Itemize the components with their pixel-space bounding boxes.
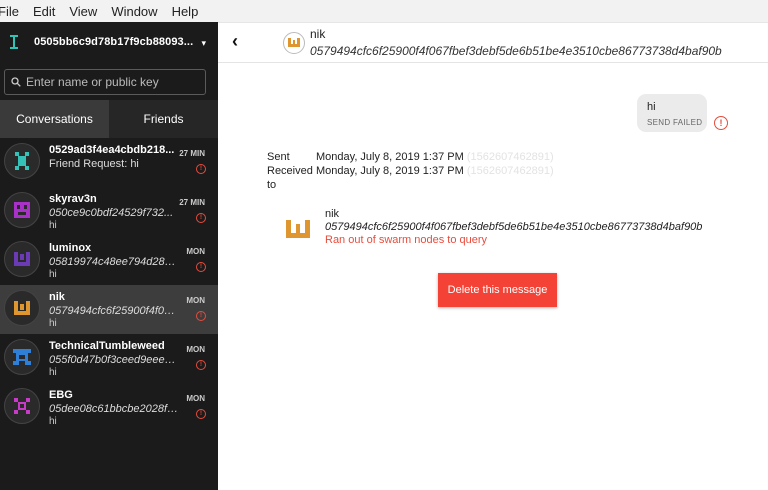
conversation-subtitle: 05dee08c61bbcbe2028f9b... [49, 403, 180, 415]
menu-help[interactable]: Help [172, 4, 199, 19]
avatar [4, 192, 40, 228]
conversation-time: MON [186, 394, 205, 403]
send-failed-icon: ! [714, 116, 728, 130]
avatar [4, 290, 40, 326]
session-logo-icon [10, 35, 18, 49]
avatar [4, 388, 40, 424]
account-public-key: 0505bb6c9d78b17f9cb88093... [34, 36, 194, 48]
conversation-name: TechnicalTumbleweed [49, 340, 165, 352]
conversation-subtitle: 055f0d47b0f3ceed9eee4b... [49, 354, 180, 366]
conversation-time: MON [186, 296, 205, 305]
error-icon: ! [196, 311, 206, 321]
account-switcher[interactable]: 0505bb6c9d78b17f9cb88093... ▾ [0, 22, 218, 62]
conversation-item[interactable]: TechnicalTumbleweed 055f0d47b0f3ceed9eee… [0, 334, 218, 383]
avatar [283, 32, 305, 54]
tab-friends[interactable]: Friends [109, 100, 218, 138]
menu-edit[interactable]: Edit [33, 4, 55, 19]
conversation-name: 0529ad3f4ea4cbdb218... [49, 144, 175, 156]
avatar [4, 143, 40, 179]
conversation-item[interactable]: luminox 05819974c48ee794d2803... hi MON … [0, 236, 218, 285]
contact-name: nik [310, 27, 326, 41]
received-date: Monday, July 8, 2019 1:37 PM [316, 165, 464, 177]
avatar [4, 339, 40, 375]
conversation-subtitle: 050ce9c0bdf24529f732... [49, 207, 174, 219]
identicon-icon [15, 152, 29, 170]
conversation-time: MON [186, 345, 205, 354]
received-label: Received to [267, 165, 313, 191]
sent-value: Monday, July 8, 2019 1:37 PM (1562607462… [316, 150, 554, 164]
sidebar: 0505bb6c9d78b17f9cb88093... ▾ Conversati… [0, 22, 218, 490]
conversation-list: 0529ad3f4ea4cbdb218... Friend Request: h… [0, 138, 218, 432]
conversation-time: MON [186, 247, 205, 256]
conversation-time: 27 MIN [179, 149, 205, 158]
search-box [4, 69, 206, 95]
identicon-icon [286, 220, 310, 238]
conversation-subtitle: Friend Request: hi [49, 158, 139, 170]
conversation-item[interactable]: EBG 05dee08c61bbcbe2028f9b... hi MON ! [0, 383, 218, 432]
menu-window[interactable]: Window [111, 4, 157, 19]
message-bubble[interactable]: hi SEND FAILED [637, 94, 707, 132]
identicon-icon [288, 38, 300, 47]
conversation-name: EBG [49, 389, 73, 401]
menu-view[interactable]: View [69, 4, 97, 19]
identicon-icon [14, 398, 30, 414]
tab-conversations[interactable]: Conversations [0, 100, 109, 138]
conversation-preview: hi [49, 416, 57, 427]
identicon-icon [14, 252, 30, 266]
avatar [4, 241, 40, 277]
search-input[interactable] [26, 75, 196, 89]
error-message: Ran out of swarm nodes to query [325, 234, 488, 246]
conversation-name: nik [49, 291, 65, 303]
conversation-item[interactable]: 0529ad3f4ea4cbdb218... Friend Request: h… [0, 138, 218, 187]
error-icon: ! [196, 262, 206, 272]
received-timestamp: (1562607462891) [466, 165, 554, 177]
conversation-item-selected[interactable]: nik 0579494cfc6f25900f4f067... hi MON ! [0, 285, 218, 334]
sent-timestamp: (1562607462891) [466, 151, 554, 163]
received-value: Monday, July 8, 2019 1:37 PM (1562607462… [316, 164, 554, 178]
contact-public-key: 0579494cfc6f25900f4f067fbef3debf5de6b51b… [310, 44, 722, 58]
message-status: SEND FAILED [647, 118, 703, 127]
menu-file[interactable]: File [0, 4, 19, 19]
error-icon: ! [196, 409, 206, 419]
sent-date: Monday, July 8, 2019 1:37 PM [316, 151, 464, 163]
back-arrow-icon[interactable]: ‹ [232, 31, 238, 52]
error-contact-key: 0579494cfc6f25900f4f067fbef3debf5de6b51b… [325, 221, 703, 233]
identicon-icon [14, 202, 30, 218]
conversation-subtitle: 0579494cfc6f25900f4f067... [49, 305, 180, 317]
conversation-preview: hi [49, 318, 57, 329]
conversation-name: skyrav3n [49, 193, 97, 205]
menu-bar: File Edit View Window Help [0, 0, 768, 23]
error-icon: ! [196, 360, 206, 370]
error-icon: ! [196, 213, 206, 223]
sidebar-tabs: Conversations Friends [0, 100, 218, 138]
chevron-down-icon[interactable]: ▾ [201, 38, 206, 49]
conversation-header: ‹ nik 0579494cfc6f25900f4f067fbef3debf5d… [218, 22, 768, 63]
delete-message-button[interactable]: Delete this message [438, 273, 557, 307]
identicon-icon [14, 301, 30, 315]
conversation-preview: hi [49, 367, 57, 378]
conversation-preview: hi [49, 220, 57, 231]
conversation-preview: hi [49, 269, 57, 280]
search-icon [11, 77, 21, 87]
message-text: hi [647, 101, 656, 113]
conversation-item[interactable]: skyrav3n 050ce9c0bdf24529f732... hi 27 M… [0, 187, 218, 236]
conversation-name: luminox [49, 242, 92, 254]
sent-label: Sent [267, 151, 290, 163]
error-icon: ! [196, 164, 206, 174]
conversation-time: 27 MIN [179, 198, 205, 207]
error-contact-name: nik [325, 208, 340, 220]
conversation-subtitle: 05819974c48ee794d2803... [49, 256, 180, 268]
identicon-icon [13, 349, 31, 365]
